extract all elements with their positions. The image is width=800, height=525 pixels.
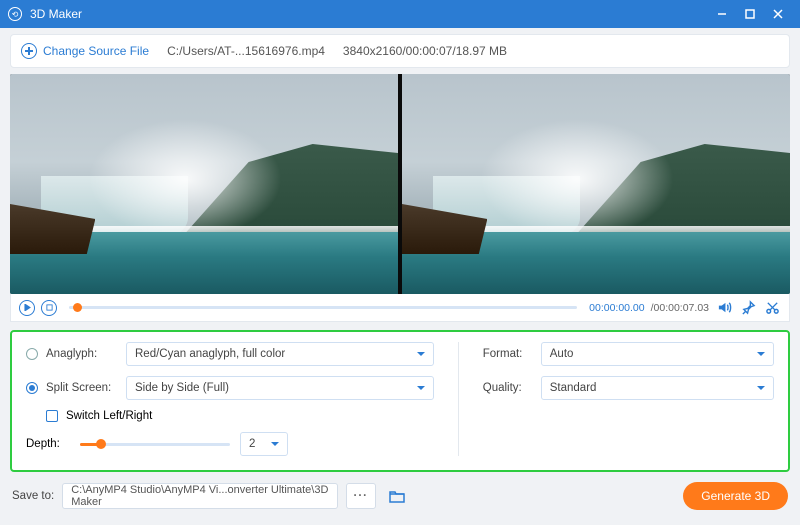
preview-right: [402, 74, 790, 294]
seek-thumb[interactable]: [73, 303, 82, 312]
depth-label: Depth:: [26, 438, 70, 450]
switch-lr-label: Switch Left/Right: [66, 410, 152, 422]
chevron-down-icon: [417, 386, 425, 390]
top-toolbar: Change Source File C:/Users/AT-...156169…: [10, 34, 790, 68]
anaglyph-radio[interactable]: [26, 348, 38, 360]
titlebar: ⟲ 3D Maker: [0, 0, 800, 28]
format-select[interactable]: Auto: [541, 342, 774, 366]
browse-button[interactable]: ···: [346, 483, 376, 509]
source-fileinfo: 3840x2160/00:00:07/18.97 MB: [343, 44, 507, 58]
split-screen-select[interactable]: Side by Side (Full): [126, 376, 434, 400]
time-current: 00:00:00.00: [589, 302, 644, 314]
save-to-label: Save to:: [12, 490, 54, 502]
source-filepath: C:/Users/AT-...15616976.mp4: [167, 44, 325, 58]
pin-icon[interactable]: [739, 299, 757, 317]
split-screen-radio[interactable]: [26, 382, 38, 394]
change-source-label: Change Source File: [43, 44, 149, 58]
app-icon: ⟲: [8, 7, 22, 21]
save-path-field[interactable]: C:\AnyMP4 Studio\AnyMP4 Vi...onverter Ul…: [62, 483, 338, 509]
app-title: 3D Maker: [30, 7, 82, 21]
chevron-down-icon: [417, 352, 425, 356]
anaglyph-label: Anaglyph:: [46, 348, 118, 360]
time-total: /00:00:07.03: [651, 302, 709, 314]
change-source-button[interactable]: Change Source File: [21, 43, 149, 59]
chevron-down-icon: [271, 442, 279, 446]
close-button[interactable]: [764, 0, 792, 28]
chevron-down-icon: [757, 352, 765, 356]
play-button[interactable]: [19, 300, 35, 316]
chevron-down-icon: [757, 386, 765, 390]
preview-left: [10, 74, 398, 294]
playbar: 00:00:00.00/00:00:07.03: [10, 294, 790, 322]
split-screen-label: Split Screen:: [46, 382, 118, 394]
depth-slider-thumb[interactable]: [96, 439, 106, 449]
settings-panel: Anaglyph: Red/Cyan anaglyph, full color …: [10, 330, 790, 472]
volume-icon[interactable]: [715, 299, 733, 317]
maximize-button[interactable]: [736, 0, 764, 28]
generate-3d-button[interactable]: Generate 3D: [683, 482, 788, 510]
quality-label: Quality:: [483, 382, 533, 394]
format-label: Format:: [483, 348, 533, 360]
footer: Save to: C:\AnyMP4 Studio\AnyMP4 Vi...on…: [10, 482, 790, 510]
depth-slider[interactable]: [80, 443, 230, 446]
switch-lr-checkbox[interactable]: [46, 410, 58, 422]
anaglyph-select[interactable]: Red/Cyan anaglyph, full color: [126, 342, 434, 366]
open-folder-button[interactable]: [384, 483, 410, 509]
plus-icon: [21, 43, 37, 59]
quality-select[interactable]: Standard: [541, 376, 774, 400]
depth-select[interactable]: 2: [240, 432, 288, 456]
stop-button[interactable]: [41, 300, 57, 316]
video-preview: [10, 74, 790, 294]
snip-icon[interactable]: [763, 299, 781, 317]
seek-track[interactable]: [69, 306, 577, 309]
minimize-button[interactable]: [708, 0, 736, 28]
